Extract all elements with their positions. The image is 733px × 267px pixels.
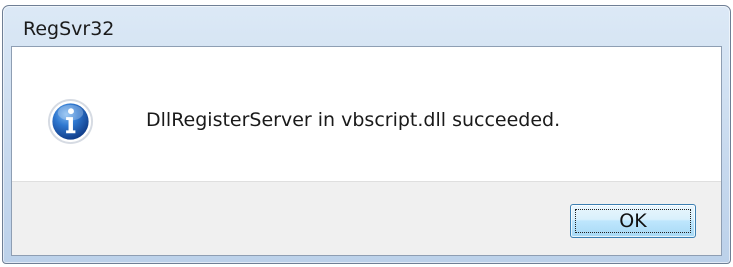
button-bar: OK xyxy=(12,181,721,255)
regsvr32-dialog: RegSvr32 DllRegisterServer in vbscript.d… xyxy=(2,5,731,264)
ok-button-label: OK xyxy=(619,210,647,232)
info-icon xyxy=(47,98,94,145)
window-title: RegSvr32 xyxy=(23,18,115,40)
dialog-message: DllRegisterServer in vbscript.dll succee… xyxy=(146,109,561,131)
ok-button[interactable]: OK xyxy=(570,204,696,238)
title-bar[interactable]: RegSvr32 xyxy=(3,6,730,46)
message-area: DllRegisterServer in vbscript.dll succee… xyxy=(12,47,721,181)
dialog-client-area: DllRegisterServer in vbscript.dll succee… xyxy=(11,46,722,256)
